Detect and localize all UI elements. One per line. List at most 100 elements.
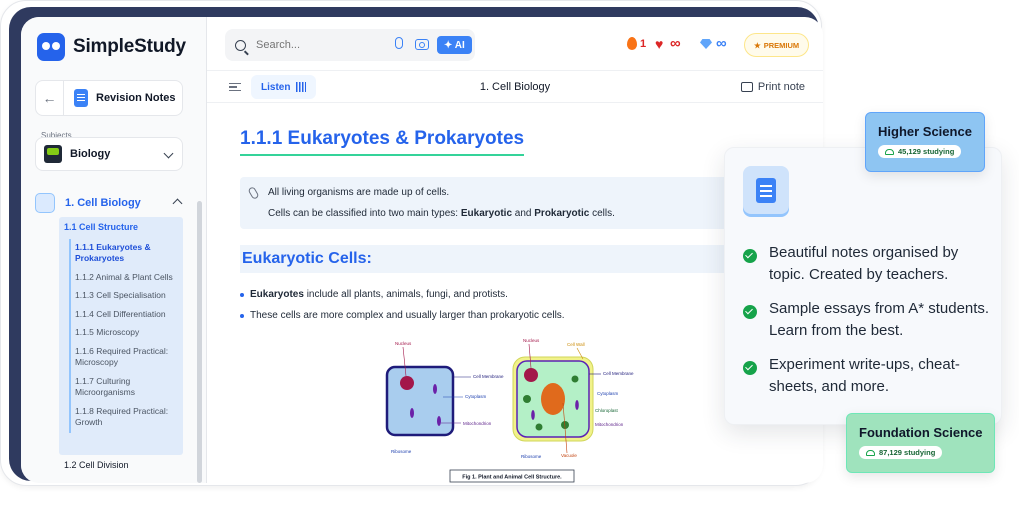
label-chloroplast: Chloroplast — [595, 408, 619, 413]
label-cell-membrane: Cell Membrane — [603, 371, 634, 376]
printer-icon — [740, 82, 753, 92]
users-icon — [866, 449, 875, 456]
logo-icon — [37, 33, 65, 61]
feature-item: Sample essays from A* students. Learn fr… — [743, 298, 993, 342]
arrow-left-icon: ← — [42, 90, 57, 106]
streak-counter[interactable]: 1 — [627, 37, 646, 50]
topic-item[interactable]: 1.1.7 Culturing Microorganisms — [71, 373, 181, 403]
revision-notes-label: Revision Notes — [96, 92, 176, 104]
logo[interactable]: SimpleStudy — [37, 33, 186, 61]
paperclip-icon — [247, 186, 260, 200]
cell-diagram: Nucleus Cell Membrane Cytoplasm Mitochon… — [385, 338, 634, 483]
card-title: Higher Science — [878, 124, 972, 139]
note-chapter-title: 1. Cell Biology — [479, 81, 551, 93]
feature-item: Beautiful notes organised by topic. Crea… — [743, 242, 993, 286]
foundation-science-card[interactable]: Foundation Science 87,129 studying — [846, 413, 995, 473]
section-item-cell-division[interactable]: 1.2 Cell Division — [64, 460, 129, 470]
label-nucleus: Nucleus — [395, 341, 412, 346]
features-card: Beautiful notes organised by topic. Crea… — [724, 147, 1002, 425]
ai-button[interactable]: ✦ AI — [437, 36, 472, 54]
chevron-down-icon — [163, 148, 174, 159]
studying-count: 87,129 studying — [879, 448, 936, 457]
bullet-list: Eukaryotes include all plants, animals, … — [240, 289, 565, 331]
label-mitochondrion: Mitochondrion — [463, 421, 492, 426]
label-mitochondrion: Mitochondrion — [595, 422, 624, 427]
users-icon — [885, 148, 894, 155]
studying-badge: 45,129 studying — [878, 145, 962, 158]
plant-vacuole — [541, 383, 565, 415]
animal-mitochondrion — [433, 384, 437, 394]
document-icon — [756, 177, 776, 203]
label-cell-membrane: Cell Membrane — [473, 374, 504, 379]
premium-label: PREMIUM — [763, 40, 800, 50]
document-tile — [743, 166, 789, 214]
topic-item[interactable]: 1.1.5 Microscopy — [71, 324, 181, 342]
lives-count: ∞ — [670, 35, 681, 52]
flame-icon — [627, 37, 637, 50]
list-item: These cells are more complex and usually… — [240, 310, 565, 321]
back-button[interactable]: ← — [36, 81, 64, 115]
cell-icon — [35, 193, 55, 213]
camera-icon[interactable] — [415, 39, 429, 50]
higher-science-card[interactable]: Higher Science 45,129 studying — [865, 112, 985, 172]
gem-icon — [700, 39, 712, 49]
topic-item[interactable]: 1.1.4 Cell Differentiation — [71, 306, 181, 324]
feature-text: Experiment write-ups, cheat-sheets, and … — [769, 356, 960, 395]
notes-icon — [74, 89, 88, 107]
topic-item[interactable]: 1.1.1 Eukaryotes & Prokaryotes — [71, 239, 181, 269]
app-screen: SimpleStudy ← Revision Notes Subjects Bi… — [21, 17, 823, 483]
revision-notes-header: ← Revision Notes — [35, 80, 183, 116]
chapter-item-cell-biology[interactable]: 1. Cell Biology — [35, 191, 185, 215]
check-circle-icon — [743, 305, 757, 319]
premium-badge[interactable]: ★ PREMIUM — [744, 33, 810, 57]
topic-item[interactable]: 1.1.8 Required Practical: Growth — [71, 403, 181, 433]
note-toolbar: Listen 1. Cell Biology Print note — [207, 71, 823, 103]
label-cell-wall: Cell Wall — [567, 342, 585, 347]
chevron-up-icon[interactable] — [172, 198, 183, 209]
print-button[interactable]: Print note — [740, 81, 805, 93]
subject-name: Biology — [70, 148, 111, 160]
search-bar: ✦ AI — [225, 29, 475, 61]
section-item-cell-structure[interactable]: 1.1 Cell Structure — [64, 222, 138, 232]
callout-text: Cells can be classified into two main ty… — [268, 208, 615, 219]
check-circle-icon — [743, 249, 757, 263]
chapter-label: 1. Cell Biology — [65, 197, 141, 209]
app-name: SimpleStudy — [73, 36, 186, 57]
studying-badge: 87,129 studying — [859, 446, 943, 459]
label-cytoplasm: Cytoplasm — [465, 394, 487, 399]
figure-caption: Fig 1. Plant and Animal Cell Structure. — [462, 475, 562, 481]
page-title: 1.1.1 Eukaryotes & Prokaryotes — [240, 128, 525, 156]
studying-count: 45,129 studying — [898, 147, 955, 156]
info-callout: All living organisms are made up of cell… — [240, 177, 800, 229]
sidebar-scrollbar[interactable] — [197, 201, 202, 483]
animal-cell — [385, 365, 455, 437]
feature-text: Beautiful notes organised by topic. Crea… — [769, 244, 959, 283]
label-cytoplasm: Cytoplasm — [597, 391, 619, 396]
label-vacuole: Vacuole — [561, 453, 577, 458]
search-input[interactable] — [256, 39, 376, 51]
callout-text: All living organisms are made up of cell… — [268, 187, 450, 198]
streak-count: 1 — [640, 37, 647, 50]
sidebar: SimpleStudy ← Revision Notes Subjects Bi… — [21, 17, 207, 483]
plant-nucleus — [524, 368, 538, 382]
print-label: Print note — [757, 81, 805, 93]
feature-item: Experiment write-ups, cheat-sheets, and … — [743, 354, 993, 398]
topic-item[interactable]: 1.1.2 Animal & Plant Cells — [71, 269, 181, 287]
animal-nucleus — [400, 376, 414, 390]
biology-icon — [44, 145, 62, 163]
section-heading: Eukaryotic Cells: — [240, 245, 800, 273]
topic-item[interactable]: 1.1.3 Cell Specialisation — [71, 287, 181, 305]
search-icon — [235, 39, 246, 51]
subject-dropdown[interactable]: Biology — [35, 137, 183, 171]
star-icon: ★ — [754, 40, 761, 50]
tablet-bezel: SimpleStudy ← Revision Notes Subjects Bi… — [9, 7, 823, 483]
card-title: Foundation Science — [859, 425, 983, 440]
label-ribosome: Ribosome — [391, 449, 412, 454]
microphone-icon[interactable] — [395, 37, 403, 49]
gems-count: ∞ — [716, 35, 727, 52]
check-circle-icon — [743, 361, 757, 375]
topic-item[interactable]: 1.1.6 Required Practical: Microscopy — [71, 343, 181, 373]
heart-icon: ♥ — [655, 36, 664, 52]
chloroplast — [523, 395, 531, 403]
list-item: Eukaryotes include all plants, animals, … — [240, 289, 565, 300]
